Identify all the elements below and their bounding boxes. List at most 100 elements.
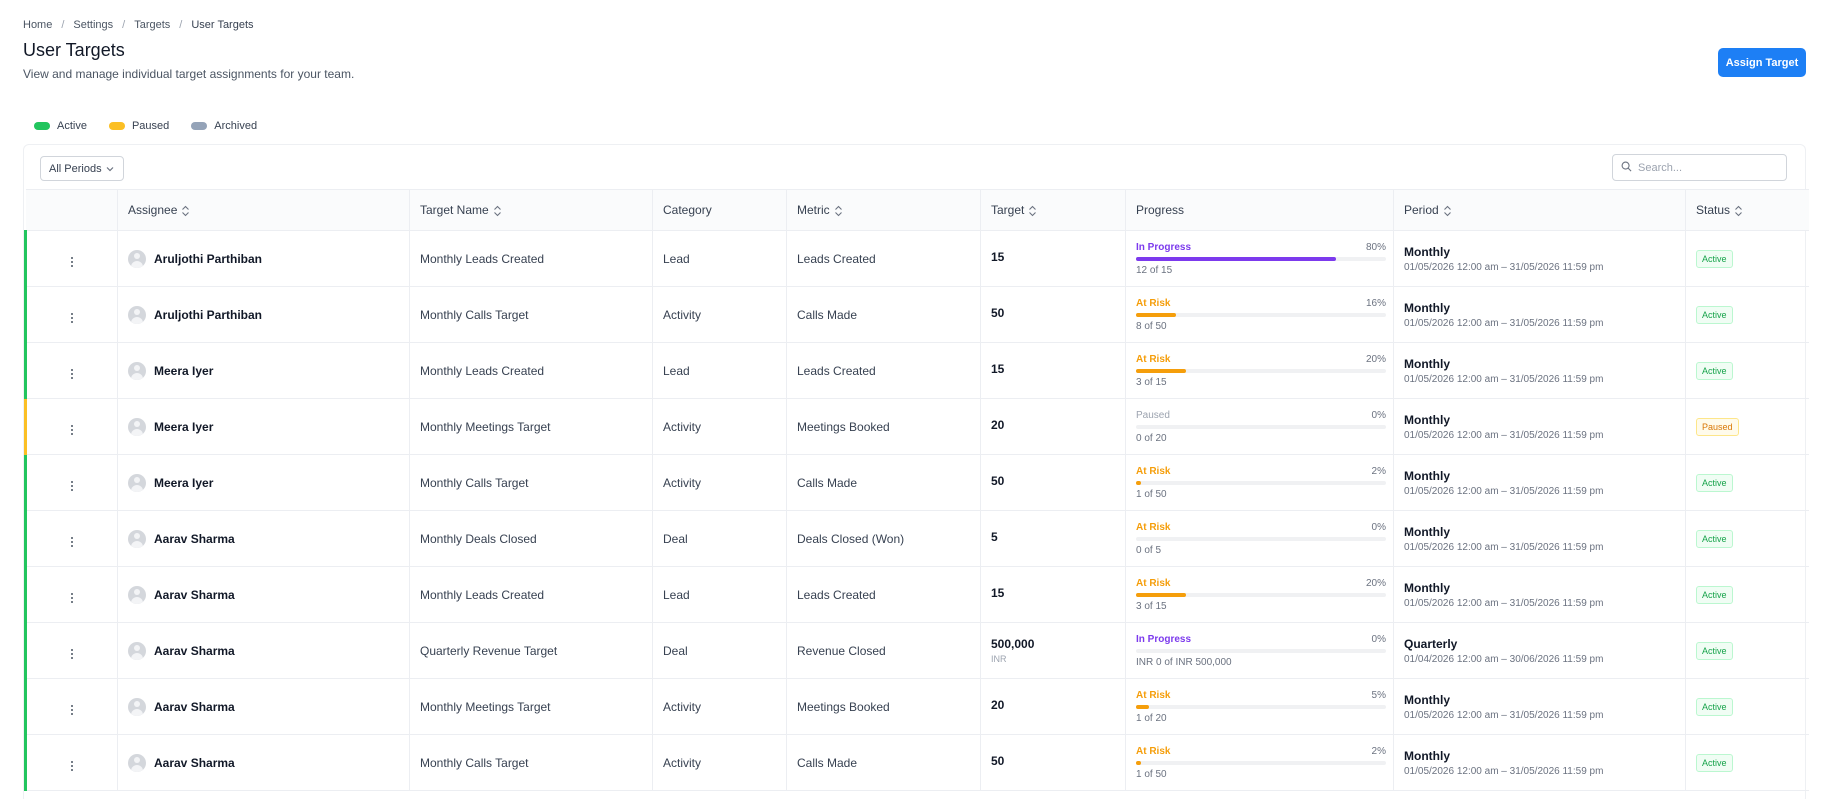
assignee-name: Aarav Sharma xyxy=(154,699,235,714)
progress-status-label: At Risk xyxy=(1136,353,1171,365)
more-actions-icon[interactable] xyxy=(64,646,80,662)
column-header-target-name[interactable]: Target Name xyxy=(409,189,653,231)
progress: At Risk 2% 1 of 50 xyxy=(1136,466,1386,500)
progress-status-label: At Risk xyxy=(1136,577,1171,589)
column-header-label: Assignee xyxy=(128,203,178,217)
category-cell: Activity xyxy=(652,286,787,343)
target-cell: 15 xyxy=(980,342,1126,399)
breadcrumb-separator: / xyxy=(122,19,126,31)
status-cell: Active xyxy=(1685,342,1809,399)
breadcrumb-home[interactable]: Home xyxy=(23,19,52,31)
status-cell: Active xyxy=(1685,230,1809,287)
more-actions-icon[interactable] xyxy=(64,422,80,438)
column-header-metric[interactable]: Metric xyxy=(786,189,981,231)
search-input[interactable] xyxy=(1638,161,1778,174)
target-value: 15 xyxy=(991,250,1005,264)
table-row[interactable]: Aarav Sharma Monthly Calls Target Activi… xyxy=(24,734,1809,791)
progress-percent: 0% xyxy=(1371,409,1386,421)
more-actions-icon[interactable] xyxy=(64,478,80,494)
legend-label: Archived xyxy=(214,120,258,132)
progress: In Progress 0% INR 0 of INR 500,000 xyxy=(1136,634,1386,668)
table-row[interactable]: Aarav Sharma Monthly Leads Created Lead … xyxy=(24,566,1809,623)
progress-detail: 0 of 5 xyxy=(1136,544,1162,556)
more-actions-icon[interactable] xyxy=(64,702,80,718)
period-cell: Monthly 01/05/2026 12:00 am – 31/05/2026… xyxy=(1393,342,1686,399)
assignee-cell: Aruljothi Parthiban xyxy=(117,286,410,343)
row-actions-cell xyxy=(24,622,118,679)
progress-status-label: Paused xyxy=(1136,409,1170,421)
breadcrumb-targets[interactable]: Targets xyxy=(134,19,170,31)
period-range: 01/05/2026 12:00 am – 31/05/2026 11:59 p… xyxy=(1404,597,1604,609)
column-header-assignee[interactable]: Assignee xyxy=(117,189,410,231)
row-actions-cell xyxy=(24,286,118,343)
assignee-name: Aarav Sharma xyxy=(154,643,235,658)
legend-label: Paused xyxy=(131,120,170,132)
column-header-progress: Progress xyxy=(1125,189,1394,231)
row-actions-cell xyxy=(24,342,118,399)
table-row[interactable]: Meera Iyer Monthly Meetings Target Activ… xyxy=(24,398,1809,455)
user-targets-table: Assignee Target Name Category Metric Tar… xyxy=(24,189,1809,791)
target-value: 20 xyxy=(991,418,1005,432)
metric-cell: Meetings Booked xyxy=(786,678,981,735)
status-cell: Active xyxy=(1685,454,1809,511)
more-actions-icon[interactable] xyxy=(64,534,80,550)
search-box[interactable] xyxy=(1612,154,1787,181)
period-filter-dropdown[interactable]: All Periods xyxy=(40,156,124,181)
progress-fill xyxy=(1136,592,1186,597)
column-header-status[interactable]: Status xyxy=(1685,189,1809,231)
avatar xyxy=(128,753,146,772)
table-row[interactable]: Aruljothi Parthiban Monthly Calls Target… xyxy=(24,286,1809,343)
metric-cell: Calls Made xyxy=(786,734,981,791)
more-actions-icon[interactable] xyxy=(64,310,80,326)
assignee: Aarav Sharma xyxy=(128,585,409,604)
target-cell: 50 xyxy=(980,286,1126,343)
period-name: Monthly xyxy=(1404,356,1450,371)
progress-cell: At Risk 2% 1 of 50 xyxy=(1125,734,1394,791)
assign-target-button[interactable]: Assign Target xyxy=(1718,48,1806,77)
more-actions-icon[interactable] xyxy=(64,366,80,382)
table-row[interactable]: Meera Iyer Monthly Leads Created Lead Le… xyxy=(24,342,1809,399)
sort-icon[interactable] xyxy=(181,205,190,217)
avatar xyxy=(128,417,146,436)
more-actions-icon[interactable] xyxy=(64,254,80,270)
progress-header: At Risk 5% xyxy=(1136,690,1386,701)
breadcrumb-settings[interactable]: Settings xyxy=(73,19,113,31)
sort-icon[interactable] xyxy=(1734,205,1743,217)
table-row[interactable]: Aarav Sharma Monthly Deals Closed Deal D… xyxy=(24,510,1809,567)
sort-icon[interactable] xyxy=(834,205,843,217)
row-actions-cell xyxy=(24,734,118,791)
period-range: 01/05/2026 12:00 am – 31/05/2026 11:59 p… xyxy=(1404,429,1604,441)
progress-header: At Risk 20% xyxy=(1136,354,1386,365)
more-actions-icon[interactable] xyxy=(64,758,80,774)
metric-cell: Calls Made xyxy=(786,454,981,511)
sort-icon[interactable] xyxy=(493,205,502,217)
target-name-cell: Monthly Calls Target xyxy=(409,454,653,511)
table-row[interactable]: Meera Iyer Monthly Calls Target Activity… xyxy=(24,454,1809,511)
category-cell: Activity xyxy=(652,678,787,735)
row-actions-cell xyxy=(24,510,118,567)
sort-icon[interactable] xyxy=(1028,205,1037,217)
more-actions-icon[interactable] xyxy=(64,590,80,606)
avatar xyxy=(128,641,146,660)
status-badge: Active xyxy=(1696,697,1733,716)
column-header-period[interactable]: Period xyxy=(1393,189,1686,231)
period-name: Monthly xyxy=(1404,692,1450,707)
metric-cell: Calls Made xyxy=(786,286,981,343)
status-cell: Active xyxy=(1685,622,1809,679)
sort-icon[interactable] xyxy=(1443,205,1452,217)
progress-header: At Risk 2% xyxy=(1136,746,1386,757)
legend-swatch-archived xyxy=(191,122,208,130)
table-row[interactable]: Aarav Sharma Quarterly Revenue Target De… xyxy=(24,622,1809,679)
table-row[interactable]: Aarav Sharma Monthly Meetings Target Act… xyxy=(24,678,1809,735)
progress-percent: 20% xyxy=(1365,577,1386,589)
status-badge: Active xyxy=(1696,361,1733,380)
column-header-actions xyxy=(25,189,118,231)
status-cell: Active xyxy=(1685,566,1809,623)
column-header-target[interactable]: Target xyxy=(980,189,1126,231)
progress-track xyxy=(1136,368,1386,373)
assignee-name: Aarav Sharma xyxy=(154,587,235,602)
progress-header: At Risk 2% xyxy=(1136,466,1386,477)
legend-swatch-paused xyxy=(108,122,125,130)
progress-track xyxy=(1136,256,1386,261)
table-row[interactable]: Aruljothi Parthiban Monthly Leads Create… xyxy=(24,230,1809,287)
